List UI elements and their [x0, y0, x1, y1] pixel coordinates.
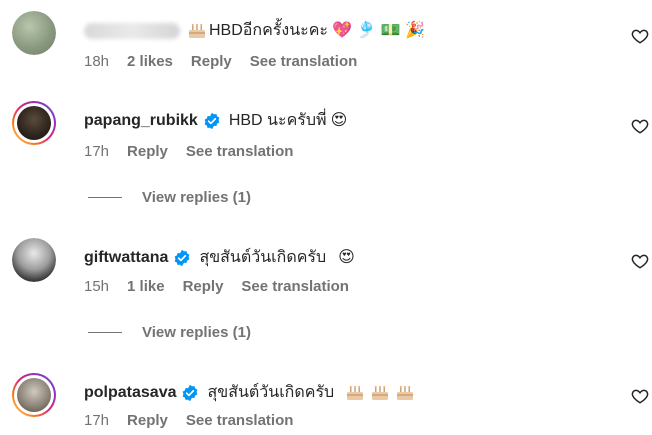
comment-text: HBD นะครับพี่ — [228, 112, 327, 129]
reply-button[interactable]: Reply — [127, 143, 168, 160]
verified-badge-icon — [204, 112, 220, 129]
likes-count[interactable]: 2 likes — [127, 53, 173, 70]
likes-count[interactable]: 1 like — [127, 278, 165, 295]
reply-button[interactable]: Reply — [191, 53, 232, 70]
comment-time: 17h — [84, 412, 110, 429]
username-blurred[interactable] — [84, 22, 180, 39]
divider-line — [88, 197, 122, 198]
comment-text: HBDอีกครั้งนะคะ — [209, 22, 329, 39]
birthday-cake-icon — [188, 23, 206, 39]
comment-time: 18h — [84, 53, 110, 70]
reply-button[interactable]: Reply — [127, 412, 168, 429]
comment-text: สุขสันต์วันเกิดครับ — [199, 249, 327, 266]
username[interactable]: papang_rubikk — [84, 112, 198, 130]
view-replies-button[interactable]: View replies (1) — [88, 189, 251, 206]
birthday-cake-icon — [396, 385, 414, 401]
see-translation-button[interactable]: See translation — [186, 143, 294, 160]
avatar[interactable] — [12, 238, 56, 282]
see-translation-button[interactable]: See translation — [250, 53, 358, 70]
divider-line — [88, 332, 122, 333]
verified-badge-icon — [183, 384, 198, 401]
heart-outline-icon[interactable] — [631, 252, 649, 270]
see-translation-button[interactable]: See translation — [186, 412, 294, 429]
birthday-cake-icon — [371, 385, 389, 401]
avatar[interactable] — [12, 11, 56, 55]
see-translation-button[interactable]: See translation — [241, 278, 349, 295]
comment-emoji: 😍 — [330, 111, 348, 129]
comment-time: 15h — [84, 278, 110, 295]
comment-emoji: 💖 🎐 💵 🎉 — [332, 21, 426, 39]
avatar[interactable] — [12, 101, 56, 145]
view-replies-button[interactable]: View replies (1) — [88, 324, 251, 341]
comment-time: 17h — [84, 143, 110, 160]
birthday-cake-icon — [346, 385, 364, 401]
username[interactable]: polpatasava — [84, 384, 176, 402]
comment-emoji: 😍 — [338, 248, 355, 266]
comment-text: สุขสันต์วันเกิดครับ — [207, 384, 335, 401]
reply-button[interactable]: Reply — [183, 278, 224, 295]
heart-outline-icon[interactable] — [631, 27, 649, 45]
username[interactable]: giftwattana — [84, 249, 168, 267]
avatar[interactable] — [12, 373, 56, 417]
heart-outline-icon[interactable] — [631, 387, 649, 405]
view-replies-label[interactable]: View replies (1) — [142, 189, 251, 206]
view-replies-label[interactable]: View replies (1) — [142, 324, 251, 341]
verified-badge-icon — [175, 249, 190, 266]
heart-outline-icon[interactable] — [631, 117, 649, 135]
